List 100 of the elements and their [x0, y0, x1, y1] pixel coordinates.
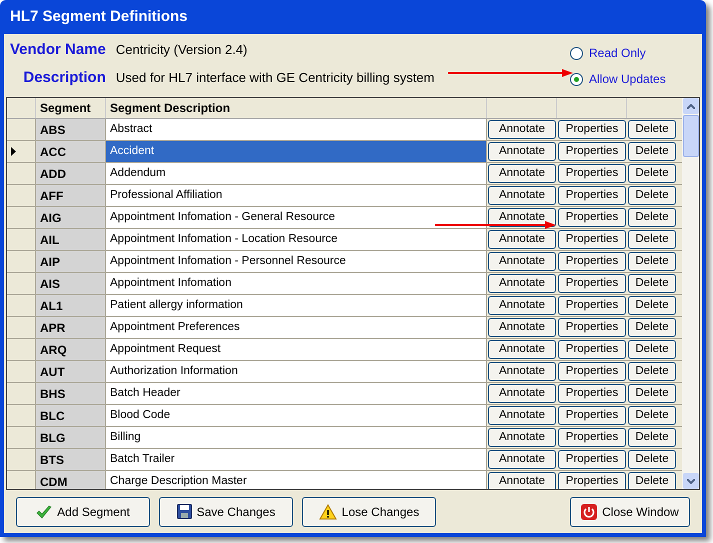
row-action-button[interactable]: Properties: [558, 120, 626, 139]
table-cell: AFF: [36, 185, 106, 206]
table-cell: Addendum: [106, 163, 487, 184]
scrollbar[interactable]: [682, 98, 699, 489]
table-cell: BTS: [36, 449, 106, 470]
table-cell: Accident: [106, 141, 487, 162]
row-action-button[interactable]: Annotate: [488, 230, 556, 249]
row-action-button[interactable]: Properties: [558, 252, 626, 271]
row-action-button[interactable]: Properties: [558, 142, 626, 161]
power-icon: [581, 504, 598, 520]
row-action-button[interactable]: Delete: [628, 340, 676, 359]
row-action-button[interactable]: Properties: [558, 230, 626, 249]
scroll-up-button[interactable]: [682, 98, 698, 114]
row-action-button[interactable]: Delete: [628, 318, 676, 337]
row-action-button[interactable]: Delete: [628, 142, 676, 161]
row-action-button[interactable]: Annotate: [488, 164, 556, 183]
table-cell: BLG: [36, 427, 106, 448]
column-header[interactable]: Segment Description: [110, 99, 230, 117]
row-action-button[interactable]: Delete: [628, 384, 676, 403]
table-cell: Billing: [106, 427, 487, 448]
description-label: Description: [22, 68, 106, 88]
row-action-button[interactable]: Annotate: [488, 472, 556, 489]
row-action-button[interactable]: Delete: [628, 406, 676, 425]
row-action-button[interactable]: Properties: [558, 208, 626, 227]
table-cell: BLC: [36, 405, 106, 426]
row-action-button[interactable]: Delete: [628, 274, 676, 293]
row-action-button[interactable]: Properties: [558, 428, 626, 447]
row-action-button[interactable]: Annotate: [488, 428, 556, 447]
row-action-button[interactable]: Delete: [628, 186, 676, 205]
row-action-button[interactable]: Annotate: [488, 296, 556, 315]
row-pointer-icon: [11, 147, 16, 156]
row-action-button[interactable]: Properties: [558, 318, 626, 337]
table-cell: ABS: [36, 119, 106, 140]
row-action-button[interactable]: Properties: [558, 186, 626, 205]
scroll-thumb[interactable]: [682, 115, 698, 157]
row-action-button[interactable]: Properties: [558, 384, 626, 403]
lose-changes-button[interactable]: Lose Changes: [302, 496, 436, 526]
table-cell: Appointment Infomation - General Resource: [106, 207, 487, 228]
row-action-button[interactable]: Delete: [628, 428, 676, 447]
row-action-button[interactable]: Delete: [628, 362, 676, 381]
window-title: HL7 Segment Definitions: [10, 6, 188, 27]
table-cell: Patient allergy information: [106, 295, 487, 316]
table-cell: Appointment Infomation - Personnel Resource: [106, 251, 487, 272]
row-action-button[interactable]: Delete: [628, 252, 676, 271]
row-action-button[interactable]: Properties: [558, 450, 626, 469]
table-cell: Appointment Infomation - Location Resource: [106, 229, 487, 250]
table-cell: Batch Trailer: [106, 449, 487, 470]
row-action-button[interactable]: Annotate: [488, 274, 556, 293]
table-cell: AUT: [36, 361, 106, 382]
save-icon: [176, 504, 192, 519]
table-cell: Appointment Preferences: [106, 317, 487, 338]
scroll-down-button[interactable]: [682, 473, 698, 489]
row-action-button[interactable]: Properties: [558, 406, 626, 425]
row-action-button[interactable]: Delete: [628, 450, 676, 469]
row-action-button[interactable]: Properties: [558, 164, 626, 183]
vendor-name-value: Centricity (Version 2.4): [116, 41, 248, 59]
row-action-button[interactable]: Annotate: [488, 340, 556, 359]
save-changes-button[interactable]: Save Changes: [159, 496, 293, 526]
table-cell: Professional Affiliation: [106, 185, 487, 206]
row-action-button[interactable]: Annotate: [488, 450, 556, 469]
row-action-button[interactable]: Annotate: [488, 406, 556, 425]
row-action-button[interactable]: Annotate: [488, 186, 556, 205]
row-action-button[interactable]: Properties: [558, 274, 626, 293]
description-value: Used for HL7 interface with GE Centricity billing system: [116, 68, 434, 87]
table-cell: Appointment Infomation: [106, 273, 487, 294]
radio-label[interactable]: Read Only: [589, 44, 646, 62]
row-action-button[interactable]: Annotate: [488, 120, 556, 139]
row-action-button[interactable]: Delete: [628, 208, 676, 227]
table-cell: AIG: [36, 207, 106, 228]
table-cell: Batch Header: [106, 383, 487, 404]
row-action-button[interactable]: Annotate: [488, 318, 556, 337]
table-cell: BHS: [36, 383, 106, 404]
close-window-button[interactable]: Close Window: [570, 496, 690, 526]
row-action-button[interactable]: Delete: [628, 230, 676, 249]
table-cell: ADD: [36, 163, 106, 184]
row-action-button[interactable]: Properties: [558, 296, 626, 315]
column-header[interactable]: Segment: [40, 99, 91, 117]
check-icon: [36, 504, 52, 518]
row-action-button[interactable]: Delete: [628, 472, 676, 489]
table-cell: Blood Code: [106, 405, 487, 426]
row-action-button[interactable]: Properties: [558, 340, 626, 359]
table-cell: AL1: [36, 295, 106, 316]
row-action-button[interactable]: Properties: [558, 362, 626, 381]
table-cell: Charge Description Master: [106, 471, 487, 489]
row-action-button[interactable]: Properties: [558, 472, 626, 489]
radio-label[interactable]: Allow Updates: [589, 70, 666, 88]
row-action-button[interactable]: Annotate: [488, 384, 556, 403]
row-action-button[interactable]: Delete: [628, 296, 676, 315]
row-action-button[interactable]: Annotate: [488, 362, 556, 381]
row-action-button[interactable]: Annotate: [488, 142, 556, 161]
row-action-button[interactable]: Delete: [628, 164, 676, 183]
row-action-button[interactable]: Delete: [628, 120, 676, 139]
radio-button[interactable]: [570, 72, 583, 86]
add-segment-button[interactable]: Add Segment: [16, 496, 150, 526]
table-cell: Authorization Information: [106, 361, 487, 382]
warning-icon: [318, 504, 337, 520]
radio-button[interactable]: [570, 46, 583, 60]
table-cell: ACC: [36, 141, 106, 162]
row-action-button[interactable]: Annotate: [488, 252, 556, 271]
table-cell: APR: [36, 317, 106, 338]
